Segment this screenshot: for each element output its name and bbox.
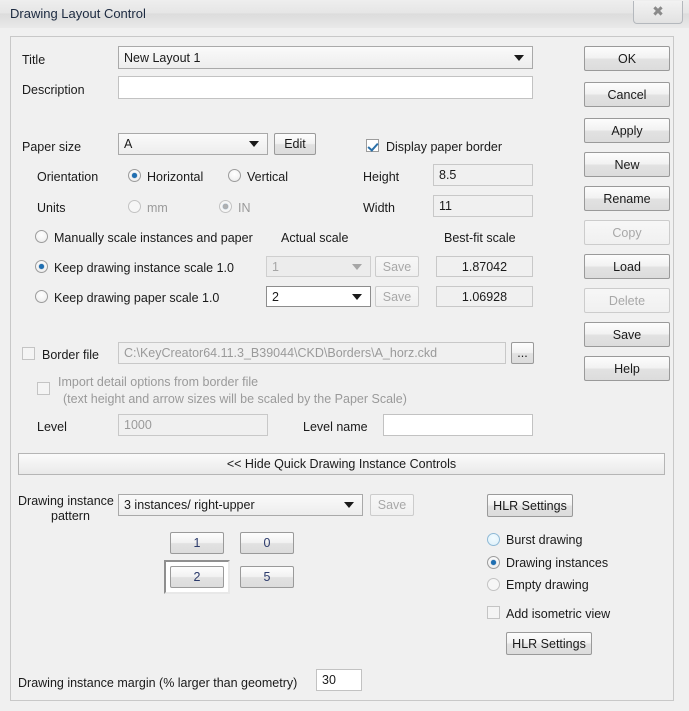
units-mm-radio[interactable] (128, 200, 141, 213)
manual-scale-label: Manually scale instances and paper (54, 231, 253, 245)
browse-border-file-button[interactable]: ... (511, 342, 534, 364)
burst-drawing-label: Burst drawing (506, 533, 583, 547)
orientation-vertical-label: Vertical (247, 170, 288, 184)
border-file-checkbox[interactable] (22, 347, 35, 360)
level-name-label: Level name (303, 420, 368, 434)
close-button[interactable]: ✖ (633, 1, 683, 24)
paper-size-value: A (124, 137, 133, 151)
title-label: Title (22, 53, 46, 67)
keep-instance-scale-label: Keep drawing instance scale 1.0 (54, 261, 234, 275)
window-title: Drawing Layout Control (10, 6, 146, 21)
chevron-down-icon (352, 293, 362, 300)
chevron-down-icon (344, 502, 354, 508)
help-button[interactable]: Help (584, 356, 670, 381)
instance-actual-scale-value: 1 (272, 259, 279, 274)
new-button[interactable]: New (584, 152, 670, 177)
keep-instance-scale-radio[interactable] (35, 260, 48, 273)
orientation-horizontal-radio[interactable] (128, 169, 141, 182)
units-in-label: IN (238, 201, 251, 215)
instance-scale-save-button[interactable]: Save (375, 256, 419, 277)
title-bar: Drawing Layout Control ✖ (0, 0, 689, 29)
save-button[interactable]: Save (584, 322, 670, 347)
add-isometric-view-checkbox[interactable] (487, 606, 500, 619)
chevron-down-icon (514, 54, 524, 61)
width-label: Width (363, 201, 395, 215)
quick-instance-button-5[interactable]: 5 (240, 566, 294, 588)
rename-button[interactable]: Rename (584, 186, 670, 211)
add-isometric-view-label: Add isometric view (506, 607, 611, 621)
paper-size-combobox[interactable]: A (118, 133, 268, 155)
copy-button[interactable]: Copy (584, 220, 670, 245)
instance-best-fit-value: 1.87042 (436, 256, 533, 277)
delete-button[interactable]: Delete (584, 288, 670, 313)
chevron-down-icon (249, 141, 259, 147)
actual-scale-header: Actual scale (281, 231, 349, 245)
level-input[interactable]: 1000 (118, 414, 268, 436)
height-input[interactable]: 8.5 (433, 164, 533, 186)
margin-input[interactable]: 30 (316, 669, 362, 691)
margin-label: Drawing instance margin (% larger than g… (18, 676, 298, 690)
keep-paper-scale-radio[interactable] (35, 290, 48, 303)
hide-quick-controls-button[interactable]: << Hide Quick Drawing Instance Controls (18, 453, 665, 475)
manual-scale-radio[interactable] (35, 230, 48, 243)
quick-instance-button-2[interactable]: 2 (170, 566, 224, 588)
apply-button[interactable]: Apply (584, 118, 670, 143)
pattern-value: 3 instances/ right-upper (124, 498, 255, 512)
units-in-radio[interactable] (219, 200, 232, 213)
drawing-instance-pattern-combobox[interactable]: 3 instances/ right-upper (118, 494, 363, 516)
import-detail-options-label: Import detail options from border file (58, 375, 259, 389)
title-combobox[interactable]: New Layout 1 (118, 46, 533, 69)
paper-scale-save-button[interactable]: Save (375, 286, 419, 307)
empty-drawing-radio[interactable] (487, 578, 500, 591)
quick-instance-button-1[interactable]: 1 (170, 532, 224, 554)
cancel-button[interactable]: Cancel (584, 82, 670, 107)
paper-actual-scale-combobox[interactable]: 2 (266, 286, 371, 307)
title-combobox-value: New Layout 1 (124, 50, 201, 65)
orientation-horizontal-label: Horizontal (147, 170, 204, 184)
quick-instance-button-0[interactable]: 0 (240, 532, 294, 554)
load-button[interactable]: Load (584, 254, 670, 279)
paper-actual-scale-value: 2 (272, 289, 279, 304)
best-fit-scale-header: Best-fit scale (444, 231, 516, 245)
border-file-path-input[interactable]: C:\KeyCreator64.11.3_B39044\CKD\Borders\… (118, 342, 506, 364)
pattern-label-line1: Drawing instance (18, 494, 114, 508)
drawing-instances-label: Drawing instances (506, 556, 609, 570)
main-panel (10, 36, 674, 701)
edit-paper-size-button[interactable]: Edit (274, 133, 316, 155)
instance-actual-scale-combobox[interactable]: 1 (266, 256, 371, 277)
close-x-icon: ✖ (652, 4, 664, 20)
paper-size-label: Paper size (22, 140, 82, 154)
hlr-settings-bottom-button[interactable]: HLR Settings (506, 632, 592, 655)
orientation-label: Orientation (37, 170, 99, 184)
paper-best-fit-value: 1.06928 (436, 286, 533, 307)
display-paper-border-label: Display paper border (386, 140, 503, 154)
width-input[interactable]: 11 (433, 195, 533, 217)
ok-button[interactable]: OK (584, 46, 670, 71)
dialog-client-area: Title New Layout 1 Description Paper siz… (0, 28, 689, 711)
display-paper-border-checkbox[interactable] (366, 139, 379, 152)
orientation-vertical-radio[interactable] (228, 169, 241, 182)
border-file-label: Border file (42, 348, 99, 362)
burst-drawing-radio[interactable] (487, 533, 500, 546)
pattern-label-line2: pattern (51, 509, 90, 523)
chevron-down-icon (352, 263, 362, 270)
description-label: Description (22, 83, 85, 97)
import-detail-options-checkbox[interactable] (37, 382, 50, 395)
level-name-input[interactable] (383, 414, 533, 436)
units-label: Units (37, 201, 66, 215)
level-label: Level (37, 420, 67, 434)
drawing-instances-radio[interactable] (487, 556, 500, 569)
keep-paper-scale-label: Keep drawing paper scale 1.0 (54, 291, 220, 305)
description-input[interactable] (118, 76, 533, 99)
import-detail-options-note: (text height and arrow sizes will be sca… (63, 392, 407, 406)
empty-drawing-label: Empty drawing (506, 578, 589, 592)
hlr-settings-top-button[interactable]: HLR Settings (487, 494, 573, 517)
pattern-save-button[interactable]: Save (370, 494, 414, 516)
height-label: Height (363, 170, 400, 184)
units-mm-label: mm (147, 201, 168, 215)
drawing-layout-control-dialog: Drawing Layout Control ✖ Title New Layou… (0, 0, 689, 711)
